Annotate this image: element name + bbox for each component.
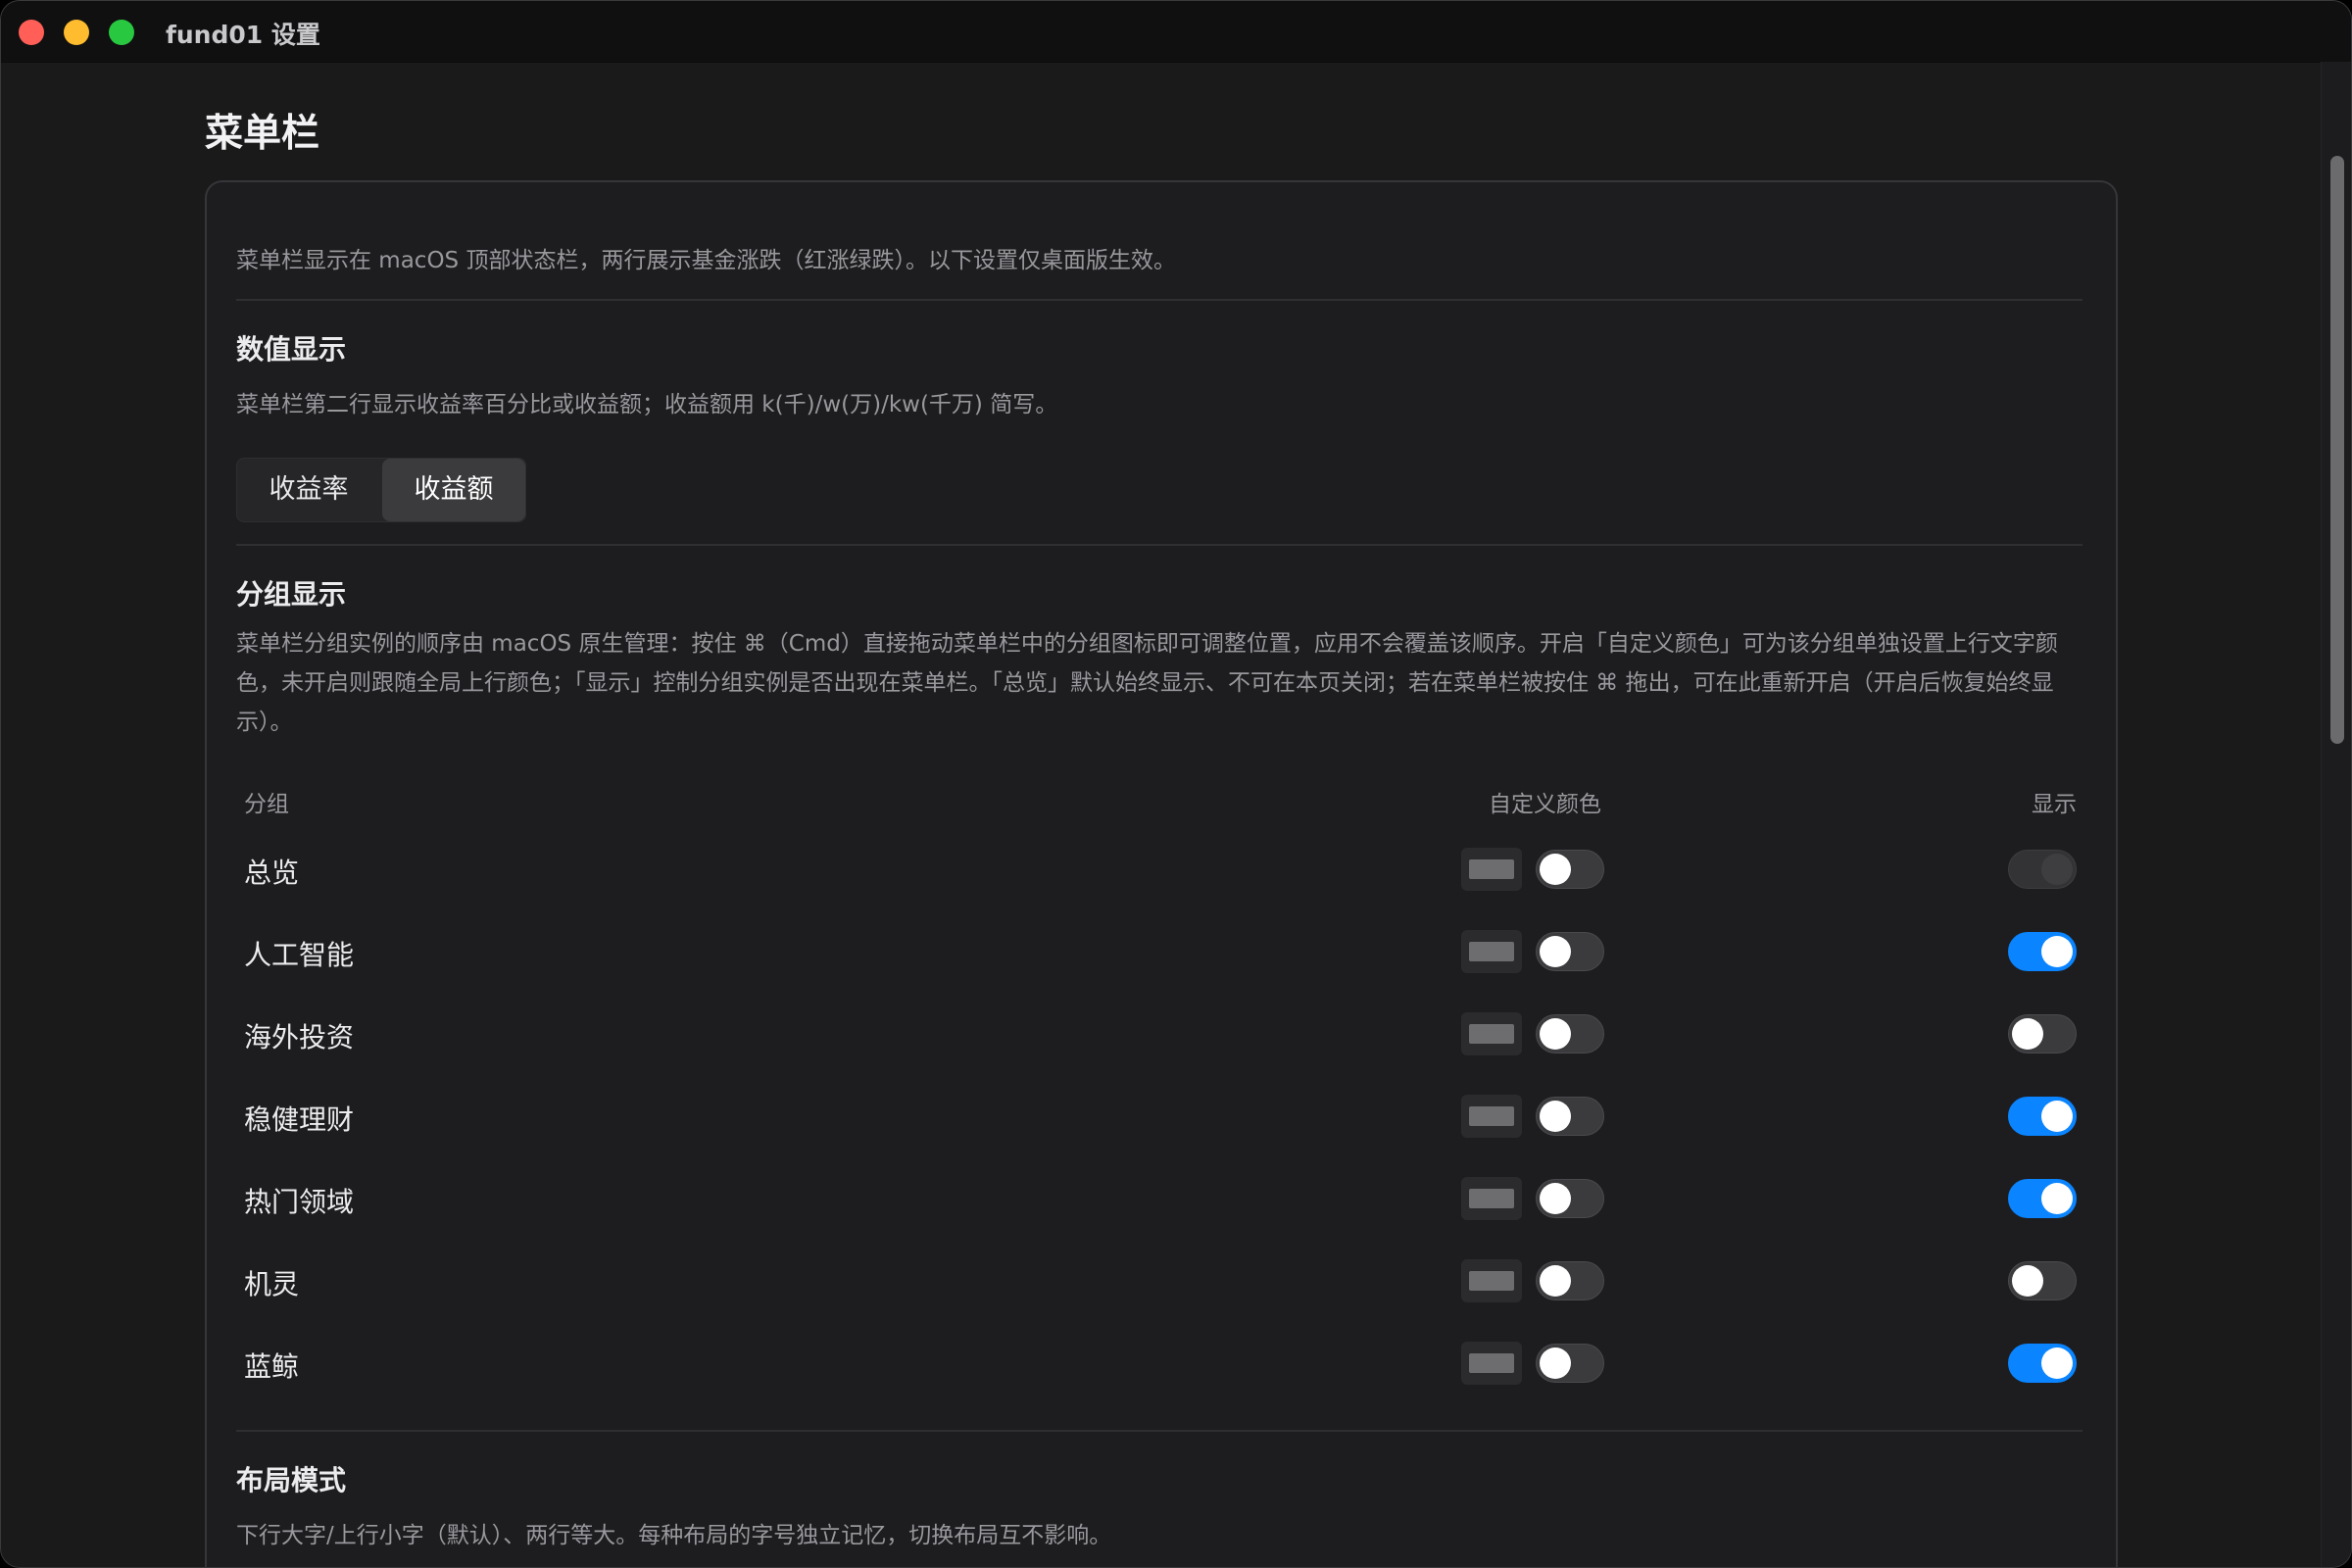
group-row-label: 稳健理财 <box>244 1103 355 1136</box>
color-swatch-button[interactable] <box>1461 848 1522 891</box>
color-swatch-button[interactable] <box>1461 1259 1522 1302</box>
custom-color-toggle[interactable] <box>1536 1097 1604 1136</box>
color-swatch-fill <box>1469 1189 1514 1208</box>
toggle-knob <box>2012 1018 2043 1050</box>
toggle-knob <box>2041 854 2073 885</box>
color-swatch-button[interactable] <box>1461 1342 1522 1385</box>
group-row-label: 蓝鲸 <box>244 1350 300 1383</box>
zoom-window-button[interactable] <box>109 20 134 45</box>
column-header-custom-color: 自定义颜色 <box>1489 792 1601 817</box>
color-swatch-button[interactable] <box>1461 1177 1522 1220</box>
menubar-intro-text: 菜单栏显示在 macOS 顶部状态栏，两行展示基金涨跌（红涨绿跌）。以下设置仅桌… <box>236 248 1176 273</box>
close-window-button[interactable] <box>19 20 44 45</box>
color-swatch-fill <box>1469 1271 1514 1291</box>
settings-window: fund01 设置 菜单栏 菜单栏显示在 macOS 顶部状态栏，两行展示基金涨… <box>0 0 2352 1568</box>
toggle-knob <box>2041 1348 2073 1379</box>
color-swatch-fill <box>1469 1106 1514 1126</box>
toggle-knob <box>2012 1265 2043 1297</box>
custom-color-toggle[interactable] <box>1536 1014 1604 1054</box>
toggle-knob <box>1540 1101 1571 1132</box>
toggle-knob <box>1540 854 1571 885</box>
divider <box>236 544 2082 546</box>
layout-mode-title: 布局模式 <box>236 1464 347 1496</box>
minimize-window-button[interactable] <box>64 20 89 45</box>
group-row-label: 总览 <box>244 857 300 889</box>
color-swatch-fill <box>1469 859 1514 879</box>
toggle-knob <box>1540 1018 1571 1050</box>
custom-color-toggle[interactable] <box>1536 1261 1604 1300</box>
color-swatch-button[interactable] <box>1461 1095 1522 1138</box>
value-display-segmented-control: 收益率 收益额 <box>236 458 526 522</box>
toggle-knob <box>1540 1265 1571 1297</box>
show-toggle[interactable] <box>2008 1344 2077 1383</box>
window-title: fund01 设置 <box>166 21 320 49</box>
color-swatch-fill <box>1469 942 1514 961</box>
divider <box>236 299 2082 301</box>
group-row-label: 机灵 <box>244 1268 300 1300</box>
custom-color-toggle[interactable] <box>1536 1179 1604 1218</box>
show-toggle[interactable] <box>2008 932 2077 971</box>
color-swatch-button[interactable] <box>1461 930 1522 973</box>
scrollbar-thumb[interactable] <box>2330 156 2344 744</box>
value-display-desc: 菜单栏第二行显示收益率百分比或收益额；收益额用 k(千)/w(万)/kw(千万)… <box>236 392 1058 417</box>
show-toggle[interactable] <box>2008 1179 2077 1218</box>
group-row-label: 人工智能 <box>244 939 355 971</box>
toggle-knob <box>2041 936 2073 967</box>
show-toggle <box>2008 850 2077 889</box>
color-swatch-fill <box>1469 1353 1514 1373</box>
custom-color-toggle[interactable] <box>1536 932 1604 971</box>
toggle-knob <box>1540 936 1571 967</box>
custom-color-toggle[interactable] <box>1536 850 1604 889</box>
show-toggle[interactable] <box>2008 1097 2077 1136</box>
vertical-scrollbar[interactable] <box>2321 62 2351 1567</box>
group-display-desc: 菜单栏分组实例的顺序由 macOS 原生管理：按住 ⌘（Cmd）直接拖动菜单栏中… <box>236 631 2058 735</box>
show-toggle[interactable] <box>2008 1014 2077 1054</box>
title-bar: fund01 设置 <box>1 1 2351 63</box>
segment-yield-amount[interactable]: 收益额 <box>382 459 525 521</box>
column-header-show: 显示 <box>2032 792 2077 817</box>
segment-yield-rate[interactable]: 收益率 <box>237 459 380 521</box>
custom-color-toggle[interactable] <box>1536 1344 1604 1383</box>
color-swatch-button[interactable] <box>1461 1012 1522 1055</box>
divider <box>236 1430 2082 1432</box>
color-swatch-fill <box>1469 1024 1514 1044</box>
column-header-group: 分组 <box>244 792 289 817</box>
page-title: 菜单栏 <box>205 112 320 156</box>
value-display-title: 数值显示 <box>236 333 347 366</box>
group-display-title: 分组显示 <box>236 578 347 611</box>
toggle-knob <box>1540 1183 1571 1214</box>
toggle-knob <box>2041 1183 2073 1214</box>
toggle-knob <box>2041 1101 2073 1132</box>
group-row-label: 海外投资 <box>244 1021 355 1054</box>
toggle-knob <box>1540 1348 1571 1379</box>
group-row-label: 热门领域 <box>244 1186 355 1218</box>
layout-mode-desc: 下行大字/上行小字（默认）、两行等大。每种布局的字号独立记忆，切换布局互不影响。 <box>236 1523 1112 1548</box>
show-toggle[interactable] <box>2008 1261 2077 1300</box>
